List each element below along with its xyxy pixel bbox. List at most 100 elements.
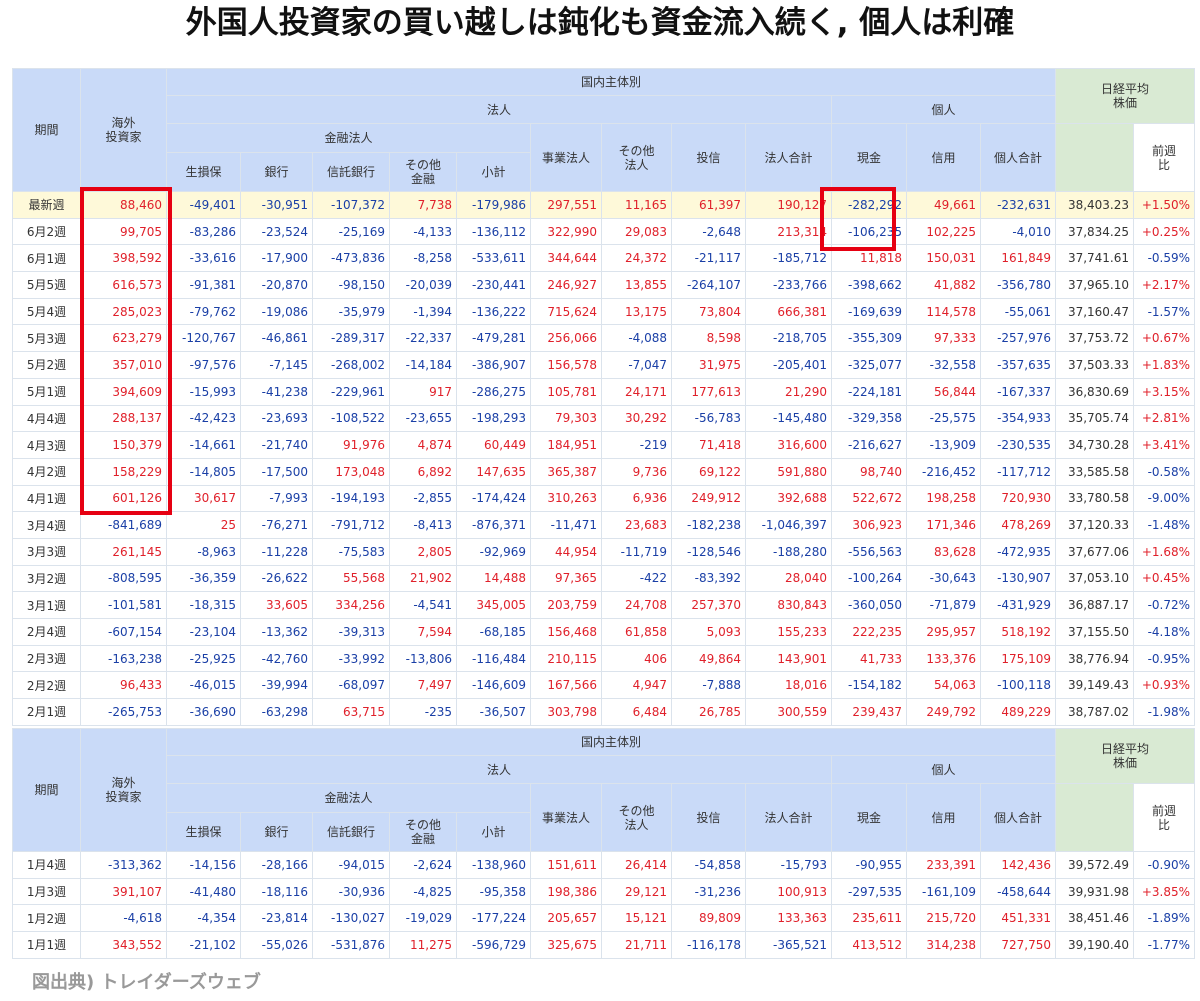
cell-corporate-total: -205,401	[745, 351, 832, 379]
cell-other-corporations: 9,736	[601, 457, 672, 486]
cell-nikkei-average: 37,965.10	[1055, 271, 1135, 299]
cell-nikkei-average: 37,741.61	[1055, 244, 1135, 273]
cell-individual-total: 161,849	[979, 244, 1057, 273]
cell-individual-total: 175,109	[979, 644, 1057, 673]
cell-corporate-total: -185,712	[745, 244, 832, 273]
cell-banks: -18,116	[240, 877, 313, 906]
cell-financial-subtotal: -136,112	[456, 217, 531, 246]
cell-corporate-total: 190,127	[745, 191, 832, 219]
cell-banks: -17,500	[240, 457, 313, 486]
cell-period: 6月1週	[12, 244, 81, 273]
header-investment-trusts: 投信	[671, 783, 746, 852]
cell-life-nonlife-insurance: -42,423	[166, 404, 241, 433]
cell-margin: -32,558	[906, 351, 981, 379]
header-other-financial: その他 金融	[389, 152, 457, 192]
cell-financial-subtotal: -136,222	[456, 297, 531, 326]
cell-banks: -23,814	[240, 904, 313, 933]
cell-foreign: 398,592	[80, 244, 167, 273]
header-other-financial: その他 金融	[389, 812, 457, 852]
cell-investment-trusts: 73,804	[671, 297, 746, 326]
cell-banks: -41,238	[240, 377, 313, 406]
cell-investment-trusts: -31,236	[671, 877, 746, 906]
header-life-nonlife-insurance: 生損保	[166, 812, 241, 852]
cell-other-corporations: 13,855	[601, 271, 672, 299]
cell-nikkei-average: 38,451.46	[1055, 904, 1135, 933]
flow-table-january: 期間 海外 投資家 国内主体別 日経平均 株価 法人 個人 金融法人 事業法人 その他 法人 投信 法人合…	[12, 728, 1196, 959]
table-row: 2月2週 96,433 -46,015 -39,994 -68,097 7,497 -146…	[12, 671, 1196, 700]
cell-margin: -71,879	[906, 591, 981, 619]
table-row: 1月1週 343,552 -21,102 -55,026 -531,876 11,275-…	[12, 931, 1196, 959]
cell-nikkei-average: 37,753.72	[1055, 324, 1135, 353]
cell-life-nonlife-insurance: -41,480	[166, 877, 241, 906]
cell-other-corporations: 24,171	[601, 377, 672, 406]
cell-corporate-total: -218,705	[745, 324, 832, 353]
cell-business-corporations: -11,471	[530, 511, 602, 539]
table-row: 3月1週 -101,581 -18,315 33,605 334,256 -4,541 34…	[12, 591, 1196, 619]
cell-trust-banks: -108,522	[312, 404, 390, 433]
header-cash: 現金	[831, 123, 907, 192]
cell-margin: -161,109	[906, 877, 981, 906]
cell-cash: -106,235	[831, 217, 907, 246]
header-individual: 個人	[830, 755, 1057, 784]
cell-investment-trusts: -21,117	[671, 244, 746, 273]
flow-table-main: 期間 海外 投資家 国内主体別 日経平均 株価 法人 個人 金融法人 事業法人 その他 法人 投信 法人合…	[12, 68, 1196, 726]
cell-other-corporations: -219	[601, 431, 672, 459]
header-business-corporations: 事業法人	[530, 783, 602, 852]
cell-business-corporations: 151,611	[530, 851, 602, 879]
cell-banks: -7,993	[240, 484, 313, 513]
cell-other-financial: -4,133	[389, 217, 457, 246]
cell-business-corporations: 184,951	[530, 431, 602, 459]
cell-week-on-week: +0.45%	[1133, 564, 1196, 593]
cell-margin: 56,844	[906, 377, 981, 406]
cell-banks: -76,271	[240, 511, 313, 539]
cell-banks: 33,605	[240, 591, 313, 619]
cell-cash: -100,264	[831, 564, 907, 593]
cell-life-nonlife-insurance: 25	[166, 511, 241, 539]
cell-cash: 235,611	[831, 904, 907, 933]
cell-individual-total: 478,269	[979, 511, 1057, 539]
cell-foreign: 391,107	[80, 877, 167, 906]
table-row: 5月2週 357,010 -97,576 -7,145 -268,002 -14,184-…	[12, 351, 1196, 379]
table-row: 最新週 88,460 -49,401 -30,951 -107,372 7,738 -179…	[12, 191, 1196, 219]
cell-banks: -11,228	[240, 537, 313, 566]
header-corporate-total: 法人合計	[745, 123, 832, 192]
cell-trust-banks: -75,583	[312, 537, 390, 566]
cell-cash: 413,512	[831, 931, 907, 959]
cell-margin: 97,333	[906, 324, 981, 353]
cell-other-corporations: -7,047	[601, 351, 672, 379]
cell-corporate-total: 300,559	[745, 698, 832, 726]
table-row: 4月1週 601,126 30,617 -7,993 -194,193 -2,855 -17…	[12, 484, 1196, 513]
cell-business-corporations: 310,263	[530, 484, 602, 513]
cell-period: 4月1週	[12, 484, 81, 513]
cell-financial-subtotal: -386,907	[456, 351, 531, 379]
cell-business-corporations: 322,990	[530, 217, 602, 246]
cell-week-on-week: -0.72%	[1133, 591, 1196, 619]
cell-week-on-week: -1.48%	[1133, 511, 1196, 539]
cell-individual-total: -356,780	[979, 271, 1057, 299]
cell-cash: -90,955	[831, 851, 907, 879]
cell-foreign: -265,753	[80, 698, 167, 726]
cell-financial-subtotal: -138,960	[456, 851, 531, 879]
cell-corporate-total: 213,314	[745, 217, 832, 246]
cell-corporate-total: -365,521	[745, 931, 832, 959]
cell-trust-banks: -194,193	[312, 484, 390, 513]
header-business-corporations: 事業法人	[530, 123, 602, 192]
cell-business-corporations: 210,115	[530, 644, 602, 673]
cell-financial-subtotal: -174,424	[456, 484, 531, 513]
header-domestic-breakdown: 国内主体別	[165, 68, 1057, 96]
table-row: 1月4週 -313,362 -14,156 -28,166 -94,015 -2,624-…	[12, 851, 1196, 879]
table-row: 2月1週 -265,753 -36,690 -63,298 63,715 -235 -36,…	[12, 698, 1196, 726]
cell-trust-banks: -268,002	[312, 351, 390, 379]
header-banks: 銀行	[240, 152, 313, 192]
cell-week-on-week: +0.25%	[1133, 217, 1196, 246]
cell-cash: 306,923	[831, 511, 907, 539]
cell-foreign: 394,609	[80, 377, 167, 406]
table-row: 6月1週 398,592 -33,616 -17,900 -473,836 -8,258-…	[12, 244, 1196, 273]
cell-life-nonlife-insurance: -14,156	[166, 851, 241, 879]
cell-period: 5月5週	[12, 271, 81, 299]
cell-period: 6月2週	[12, 217, 81, 246]
cell-life-nonlife-insurance: -23,104	[166, 618, 241, 646]
header-banks: 銀行	[240, 812, 313, 852]
cell-foreign: 150,379	[80, 431, 167, 459]
cell-business-corporations: 97,365	[530, 564, 602, 593]
